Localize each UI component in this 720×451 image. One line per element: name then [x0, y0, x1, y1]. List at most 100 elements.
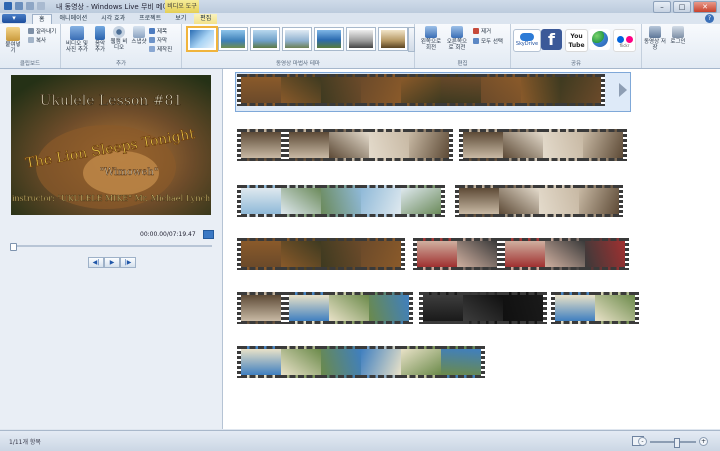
next-frame-button[interactable]: |▶: [120, 257, 136, 268]
filmstrip-sprocket: [409, 292, 413, 324]
maximize-button[interactable]: □: [673, 1, 691, 13]
clip-filmstrip[interactable]: [419, 292, 547, 324]
clip-frame-thumbnail: [583, 129, 623, 161]
clip-frame-thumbnail: [401, 346, 441, 378]
snapshot-button[interactable]: 스냅샷: [130, 26, 148, 45]
select-all-button[interactable]: 모두 선택: [473, 37, 503, 45]
clip-frame-thumbnail: [329, 292, 369, 324]
tab-view[interactable]: 보기: [169, 14, 192, 24]
skydrive-button[interactable]: SkyDrive: [513, 29, 541, 52]
clip-frame-thumbnail: [409, 129, 449, 161]
share-group-label: 공유: [570, 61, 582, 67]
themes-scroll-button[interactable]: [408, 27, 415, 52]
context-tab-video-tools: 비디오 도구: [165, 0, 199, 13]
copy-button[interactable]: 복사: [28, 36, 46, 44]
minimize-button[interactable]: –: [653, 1, 671, 13]
theme-thumbnail[interactable]: [186, 26, 218, 52]
rotate-right-icon: [451, 26, 463, 38]
theme-thumbnail[interactable]: [250, 27, 280, 51]
signin-button[interactable]: 로그인: [668, 26, 688, 45]
facebook-button[interactable]: f: [541, 29, 562, 50]
user-icon: [672, 26, 684, 38]
save-movie-button[interactable]: 동영상 저장: [644, 26, 666, 51]
zoom-slider-knob[interactable]: [674, 437, 680, 448]
flickr-button[interactable]: flickr: [613, 29, 636, 52]
clip-frame-thumbnail: [361, 346, 401, 378]
theme-thumbnail[interactable]: [314, 27, 344, 51]
credits-button[interactable]: 제작진: [149, 45, 172, 53]
theme-thumbnail[interactable]: [346, 27, 376, 51]
theme-thumbnail[interactable]: [282, 27, 312, 51]
music-note-icon: [95, 26, 105, 40]
tab-visual-effects[interactable]: 시각 효과: [95, 14, 131, 24]
clip-frame-thumbnail: [505, 238, 545, 270]
paste-icon: [6, 27, 20, 41]
fullscreen-button[interactable]: [203, 230, 214, 239]
seek-thumb[interactable]: [10, 243, 17, 251]
messenger-button[interactable]: [589, 29, 610, 50]
edit-group-label: 편집: [457, 61, 468, 67]
caption-button[interactable]: 자막: [149, 36, 167, 44]
clip-frame-thumbnail: [281, 346, 321, 378]
storyboard[interactable]: [223, 69, 720, 429]
video-preview[interactable]: Ukulele Lesson #81 The Lion Sleeps Tonig…: [11, 75, 211, 215]
youtube-button[interactable]: You Tube: [565, 29, 588, 52]
clip-filmstrip[interactable]: [459, 129, 627, 161]
rotate-left-button[interactable]: 왼쪽으로 회전: [419, 26, 443, 51]
clip-frame-thumbnail: [463, 292, 503, 324]
edit-group: 왼쪽으로 회전 오른쪽으로 회전 제거 모두 선택 편집: [415, 24, 511, 68]
zoom-in-button[interactable]: +: [699, 437, 708, 446]
clip-filmstrip[interactable]: [501, 238, 629, 270]
clip-frame-thumbnail: [361, 238, 401, 270]
remove-button[interactable]: 제거: [473, 27, 491, 35]
cut-button[interactable]: 잘라내기: [28, 27, 56, 35]
theme-thumbnail[interactable]: [218, 27, 248, 51]
add-music-button[interactable]: 음악 추가: [92, 26, 108, 53]
rotate-right-button[interactable]: 오른쪽으로 회전: [445, 26, 469, 51]
paste-button[interactable]: 붙여넣기: [3, 27, 23, 54]
tab-animations[interactable]: 애니메이션: [54, 14, 94, 24]
clip-frame-thumbnail: [539, 185, 579, 217]
redo-icon[interactable]: [37, 2, 45, 10]
clip-filmstrip[interactable]: [237, 346, 485, 378]
play-button[interactable]: ▶: [104, 257, 120, 268]
clip-filmstrip[interactable]: [285, 129, 453, 161]
filmstrip-sprocket: [635, 292, 639, 324]
app-icon: [4, 2, 12, 10]
clip-filmstrip[interactable]: [237, 74, 605, 106]
clip-filmstrip[interactable]: [455, 185, 623, 217]
clip-frame-thumbnail: [481, 74, 521, 106]
add-group-label: 추가: [115, 61, 127, 67]
clip-frame-thumbnail: [369, 292, 409, 324]
title-button[interactable]: 제목: [149, 27, 167, 35]
clip-filmstrip[interactable]: [237, 238, 405, 270]
zoom-slider[interactable]: [650, 437, 696, 448]
preview-instructor-text: instructor: "UKULELE MIKE" Mr. Michael L…: [12, 194, 210, 203]
clip-frame-thumbnail: [241, 185, 281, 217]
clip-filmstrip[interactable]: [413, 238, 501, 270]
clip-filmstrip[interactable]: [285, 292, 413, 324]
seek-bar[interactable]: [10, 245, 212, 247]
help-icon[interactable]: ?: [705, 14, 714, 23]
app-menu-button[interactable]: ▾: [2, 14, 26, 23]
caption-icon: [149, 37, 155, 43]
scissors-icon: [28, 28, 34, 34]
clip-frame-thumbnail: [521, 74, 561, 106]
tab-project[interactable]: 프로젝트: [133, 14, 167, 24]
clip-filmstrip[interactable]: [237, 129, 285, 161]
theme-thumbnail[interactable]: [378, 27, 408, 51]
zoom-out-button[interactable]: -: [638, 437, 647, 446]
clip-frame-thumbnail: [579, 185, 619, 217]
webcam-video-button[interactable]: 웹캠 비디오: [110, 26, 128, 51]
undo-icon[interactable]: [26, 2, 34, 10]
add-video-button[interactable]: 비디오 및 사진 추가: [64, 26, 90, 53]
tab-edit[interactable]: 편집: [194, 14, 218, 24]
save-movie-icon: [649, 26, 661, 38]
clip-filmstrip[interactable]: [237, 292, 285, 324]
close-button[interactable]: ✕: [693, 1, 717, 13]
clip-filmstrip[interactable]: [237, 185, 445, 217]
clip-filmstrip[interactable]: [551, 292, 639, 324]
clip-frame-thumbnail: [321, 185, 361, 217]
previous-frame-button[interactable]: ◀|: [88, 257, 104, 268]
save-icon[interactable]: [15, 2, 23, 10]
